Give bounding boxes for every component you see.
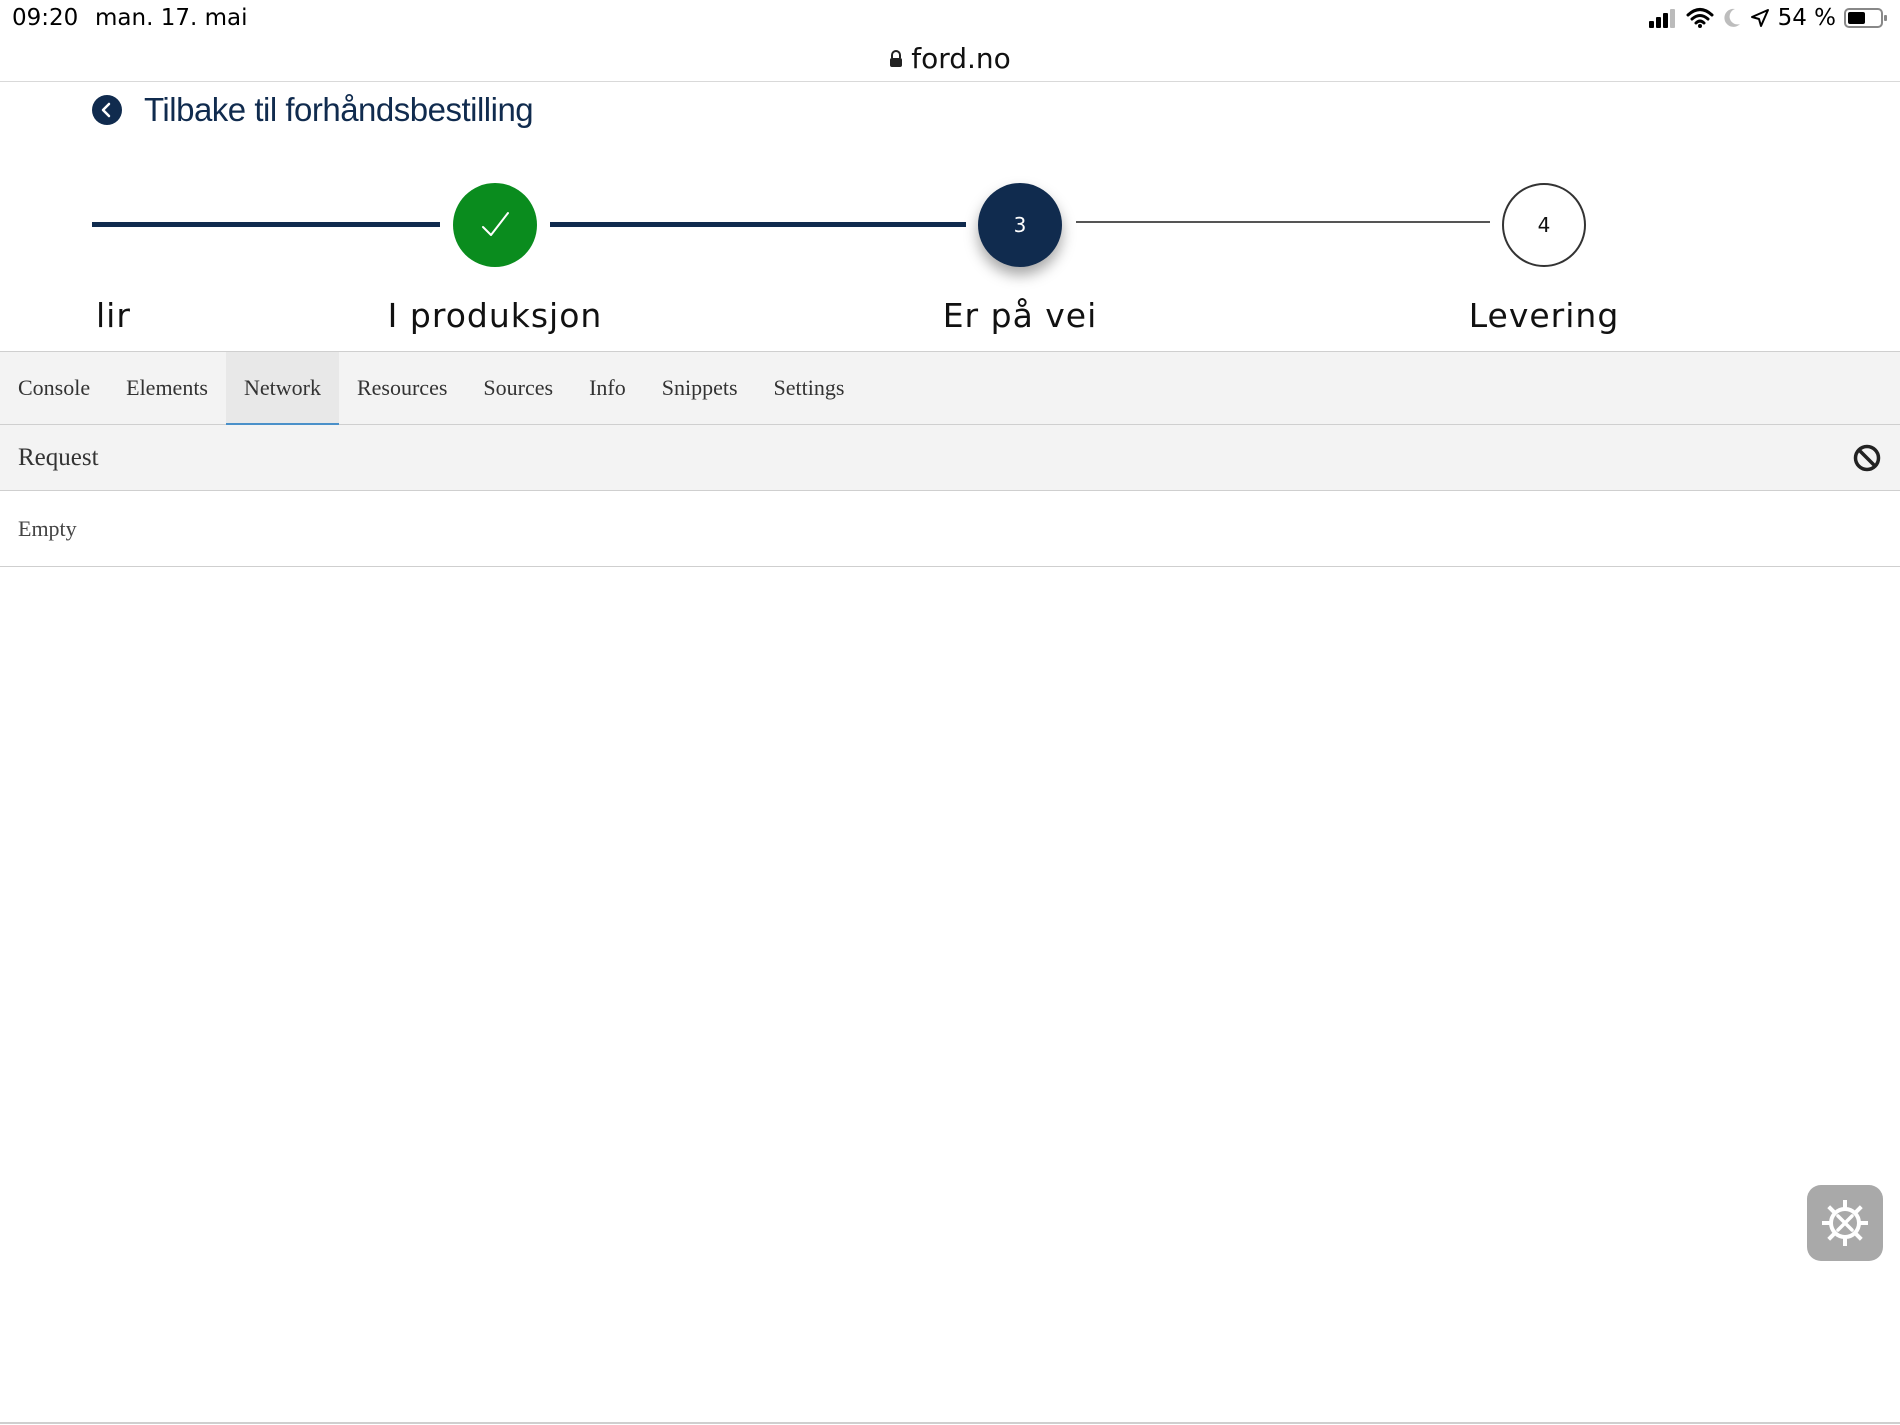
- tab-resources[interactable]: Resources: [339, 352, 465, 424]
- step-label-2: I produksjon: [387, 296, 603, 335]
- step-label-3: Er på vei: [942, 296, 1098, 335]
- bottom-divider: [0, 1422, 1900, 1424]
- empty-text: Empty: [18, 515, 77, 541]
- step-connector-2: [550, 222, 966, 227]
- block-icon[interactable]: [1852, 443, 1882, 473]
- order-progress-stepper: 3 4 lir I produksjon Er på vei Levering: [0, 0, 1900, 350]
- request-list-empty: Empty: [0, 491, 1900, 567]
- tab-info[interactable]: Info: [571, 352, 644, 424]
- tab-settings[interactable]: Settings: [756, 352, 863, 424]
- step-circle-4: 4: [1502, 183, 1586, 267]
- tab-snippets[interactable]: Snippets: [644, 352, 756, 424]
- step-connector-3: [1076, 221, 1490, 223]
- step-connector-1: [92, 222, 440, 227]
- tab-console[interactable]: Console: [0, 352, 108, 424]
- devtools-toggle-button[interactable]: [1807, 1185, 1883, 1261]
- request-title: Request: [18, 443, 99, 471]
- step-number-4: 4: [1537, 213, 1551, 237]
- tab-sources[interactable]: Sources: [465, 352, 571, 424]
- step-label-4: Levering: [1468, 296, 1620, 335]
- step-label-1: lir: [96, 296, 131, 335]
- check-icon: [482, 212, 509, 236]
- devtools-panel: Console Elements Network Resources Sourc…: [0, 351, 1900, 1425]
- devtools-tab-bar: Console Elements Network Resources Sourc…: [0, 352, 1900, 425]
- step-circle-2: [453, 183, 537, 267]
- gear-tools-icon: [1822, 1200, 1868, 1246]
- step-circle-3: 3: [978, 183, 1062, 267]
- request-header: Request: [0, 425, 1900, 491]
- tab-network[interactable]: Network: [226, 352, 339, 425]
- tab-elements[interactable]: Elements: [108, 352, 226, 424]
- step-number-3: 3: [1013, 213, 1027, 237]
